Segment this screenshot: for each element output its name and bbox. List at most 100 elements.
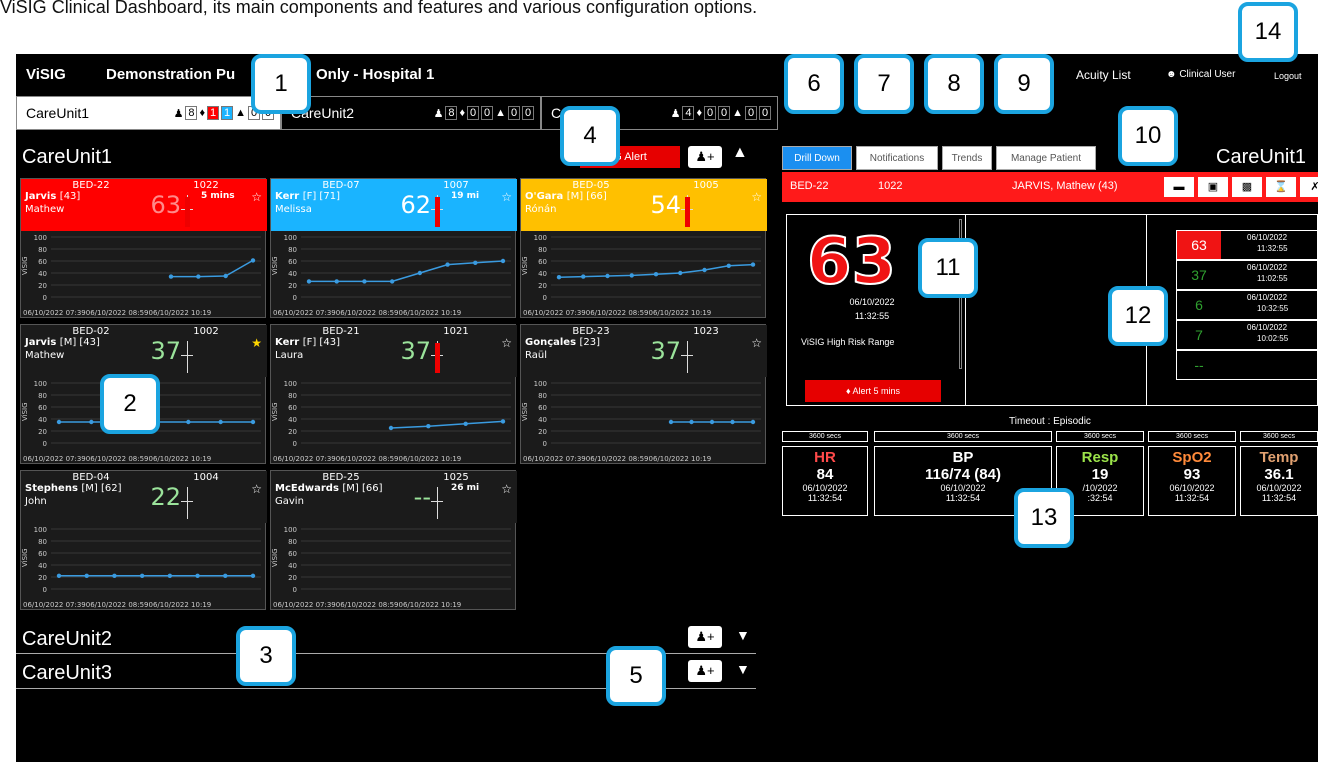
add-patient-button[interactable]: ♟+	[688, 660, 722, 682]
bed-number: 1005	[693, 180, 719, 191]
score-date: 06/10/2022	[849, 297, 895, 307]
favourite-icon[interactable]: ☆	[251, 482, 262, 496]
mute-icon[interactable]: ✗	[1300, 177, 1318, 197]
visig-trend-chart: 100 80 60 40 20 0 ViSIG 06/10/2022 07:3906/10/2…	[521, 380, 761, 463]
tab-notifications[interactable]: Notifications	[856, 146, 938, 170]
y-tick-label: 60	[38, 550, 47, 558]
patient-count: 4	[682, 106, 695, 120]
history-score: 63	[1177, 231, 1221, 259]
careunit1-heading[interactable]: CareUnit1	[22, 146, 112, 169]
unit-tab-2[interactable]: CareUnit2 ♟ 8 ♦ 0 0 ▲ 0 0	[281, 96, 541, 130]
expand-icon[interactable]: ▼	[736, 661, 750, 677]
history-time: 10:02:55	[1257, 334, 1289, 343]
visig-trend-chart: 100 80 60 40 20 0 ViSIG 06/10/2022 07:3906/10/2…	[271, 526, 511, 609]
logout-button[interactable]: Logout	[1274, 71, 1302, 81]
discharge-icon[interactable]: ▣	[1198, 177, 1228, 197]
bed-icon[interactable]: ▬	[1164, 177, 1194, 197]
collapse-icon[interactable]: ▲	[732, 144, 748, 162]
unit-tab-1[interactable]: CareUnit1 ♟8♦11▲00	[16, 96, 281, 130]
trend-line	[687, 341, 688, 373]
history-row: 6 06/10/2022 10:32:55	[1176, 290, 1318, 320]
favourite-icon[interactable]: ★	[251, 336, 262, 350]
patient-card[interactable]: BED-05 1005 O'Gara [M] [66] Rónán 54 ☆ 1…	[520, 178, 767, 318]
timeout-seconds: 3600 secs	[1240, 431, 1318, 442]
y-tick-label: 80	[538, 392, 547, 400]
patient-card[interactable]: BED-21 1021 Kerr [F] [43] Laura 37 ☆ 100…	[270, 324, 517, 464]
patient-card[interactable]: BED-07 1007 Kerr [F] [71] Melissa 62 19 …	[270, 178, 517, 318]
visig-score: 62	[400, 191, 431, 219]
careunit3-heading[interactable]: CareUnit3	[22, 662, 112, 685]
add-patient-button[interactable]: ♟+	[688, 146, 722, 168]
y-tick-label: 40	[38, 562, 47, 570]
favourite-icon[interactable]: ☆	[751, 190, 762, 204]
patient-card[interactable]: BED-04 1004 Stephens [M] [62] John 22 ☆ …	[20, 470, 267, 610]
history-score: 6	[1195, 297, 1203, 313]
surname: Kerr	[275, 337, 300, 348]
y-tick-label: 0	[543, 294, 547, 302]
y-tick-label: 20	[38, 282, 47, 290]
data-point	[139, 573, 145, 578]
data-point	[223, 273, 228, 279]
favourite-icon[interactable]: ☆	[251, 190, 262, 204]
bed-label: BED-21	[322, 326, 360, 337]
alert-timer: 19 mi	[451, 191, 480, 201]
trend-tick	[181, 501, 193, 502]
patient-name: McEdwards [M] [66]	[275, 483, 383, 494]
y-tick-label: 20	[288, 428, 297, 436]
data-point	[167, 573, 173, 578]
y-tick-label: 20	[38, 574, 47, 582]
expand-icon[interactable]: ▼	[736, 627, 750, 643]
y-axis-label: ViSIG	[21, 256, 29, 275]
callout-badge: 7	[854, 54, 914, 114]
callout-badge: 6	[784, 54, 844, 114]
tab-trends[interactable]: Trends	[942, 146, 992, 170]
dashboard: ViSIG Demonstration Pu Only - Hospital 1…	[16, 2, 1318, 762]
favourite-icon[interactable]: ☆	[751, 336, 762, 350]
surname: McEdwards	[275, 483, 339, 494]
patient-name: Jarvis [43]	[25, 191, 80, 202]
vital-spo2[interactable]: SpO2 93 06/10/2022 11:32:54	[1148, 446, 1236, 516]
patient-count: 8	[445, 106, 458, 120]
patient-name: Kerr [F] [71]	[275, 191, 340, 202]
add-patient-button[interactable]: ♟+	[688, 626, 722, 648]
tab-drill-down[interactable]: Drill Down	[782, 146, 852, 170]
visig-score: 37	[650, 337, 681, 365]
visig-trend-chart: 100 80 60 40 20 0 ViSIG 06/10/2022 07:3906/10/2…	[21, 234, 261, 317]
timer-icon[interactable]: ⌛	[1266, 177, 1296, 197]
patient-name: JARVIS, Mathew (43)	[1012, 180, 1118, 192]
alert-button[interactable]: ♦ Alert 5 mins	[805, 380, 941, 402]
history-date: 06/10/2022	[1247, 263, 1288, 272]
patient-card[interactable]: BED-22 1022 Jarvis [43] Mathew 63 5 mins…	[20, 178, 267, 318]
y-tick-label: 20	[288, 574, 297, 582]
data-point	[689, 419, 694, 425]
tab-manage-patient[interactable]: Manage Patient	[996, 146, 1096, 170]
first-name: Mathew	[25, 204, 65, 215]
history-row: 63 06/10/2022 11:32:55	[1176, 230, 1318, 260]
vital-value: 84	[816, 466, 834, 483]
callout-badge: 9	[994, 54, 1054, 114]
favourite-icon[interactable]: ☆	[501, 482, 512, 496]
transfer-icon[interactable]: ▩	[1232, 177, 1262, 197]
hospital-title: Demonstration Pu	[106, 66, 236, 83]
careunit2-heading[interactable]: CareUnit2	[22, 628, 112, 651]
y-tick-label: 60	[38, 404, 47, 412]
patient-card[interactable]: BED-23 1023 Gonçales [23] Raül 37 ☆ 100 8…	[520, 324, 767, 464]
acuity-list-link[interactable]: Acuity List	[1076, 68, 1131, 82]
patient-card[interactable]: BED-25 1025 McEdwards [M] [66] Gavin -- …	[270, 470, 517, 610]
favourite-icon[interactable]: ☆	[501, 336, 512, 350]
data-point	[250, 258, 256, 263]
vital-hr[interactable]: HR 84 06/10/2022 11:32:54	[782, 446, 868, 516]
history-date: 06/10/2022	[1247, 293, 1288, 302]
data-point	[250, 419, 256, 425]
unit-tabs: CareUnit1 ♟8♦11▲00 CareUnit2 ♟8♦00▲00 C …	[16, 96, 778, 130]
patient-info: [23]	[579, 337, 601, 348]
data-point	[426, 424, 431, 429]
user-menu[interactable]: ☻ Clinical User	[1166, 69, 1235, 80]
y-tick-label: 40	[288, 270, 297, 278]
y-tick-label: 80	[38, 538, 47, 546]
trend-arrow-icon	[685, 197, 690, 227]
favourite-icon[interactable]: ☆	[501, 190, 512, 204]
y-axis-label: ViSIG	[521, 256, 529, 275]
warn-count: 0	[718, 106, 731, 120]
vital-temp[interactable]: Temp 36.1 06/10/2022 11:32:54	[1240, 446, 1318, 516]
